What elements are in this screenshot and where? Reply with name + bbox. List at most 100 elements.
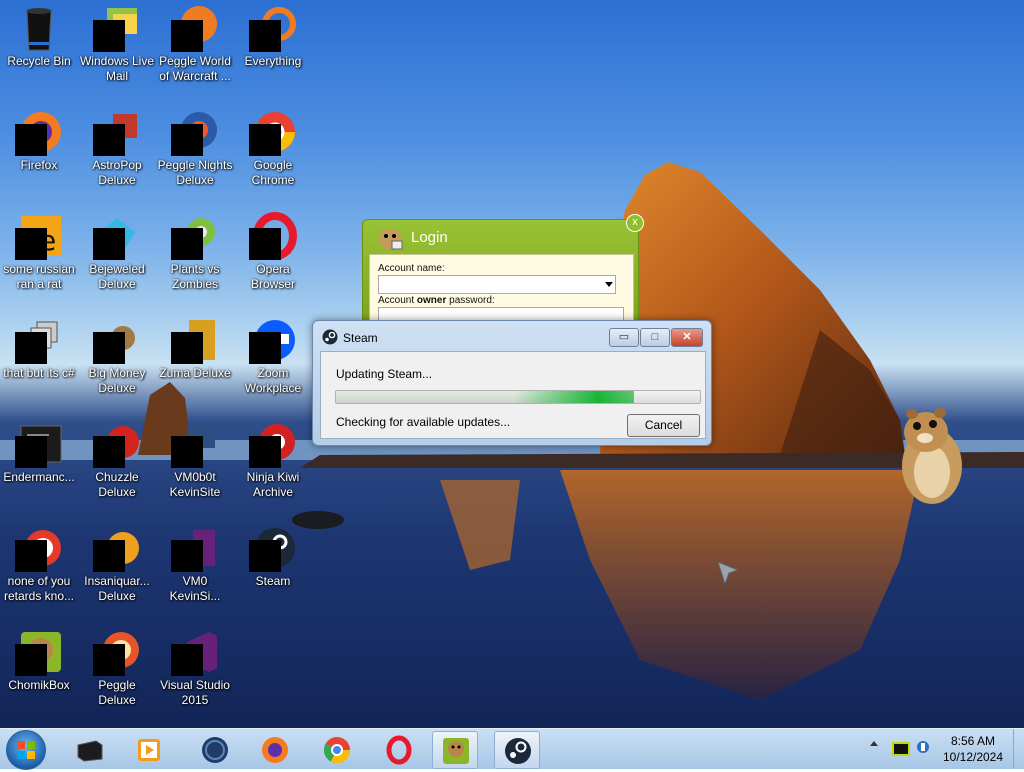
close-icon[interactable]: x (626, 214, 644, 232)
icon-label: Peggle Deluxe (98, 678, 136, 707)
system-clock[interactable]: 8:56 AM 10/12/2024 (938, 733, 1008, 765)
chomikbox-icon (443, 738, 469, 764)
desktop-icon-vm0-kevinsite[interactable]: VM0 KevinSi... (156, 524, 234, 604)
desktop-icon-windows-live-mail[interactable]: Windows Live Mail (78, 4, 156, 84)
redaction-box (15, 124, 47, 156)
desktop-icon-chomikbox[interactable]: ChomikBox (0, 628, 78, 693)
icon-label: some russian ran a rat (3, 262, 75, 291)
taskbar-app-2[interactable] (126, 731, 170, 767)
taskbar-app-7[interactable] (432, 731, 478, 769)
desktop-icon-peggle-nights-deluxe[interactable]: Peggle Nights Deluxe (156, 108, 234, 188)
steam-legacy-icon (77, 740, 103, 762)
icon-label: Opera Browser (250, 262, 295, 291)
hamster-icon (379, 229, 403, 250)
maximize-button[interactable]: □ (640, 328, 670, 347)
password-label-pre: Account (378, 295, 417, 306)
icon-label: Windows Live Mail (79, 54, 155, 83)
taskbar-app-1[interactable] (66, 731, 110, 767)
desktop-icon-visual-studio-2015[interactable]: Visual Studio 2015 (156, 628, 234, 708)
icon-label: Visual Studio 2015 (160, 678, 230, 707)
desktop-icon-none-of-you[interactable]: none of you retards kno... (0, 524, 78, 604)
desktop-icon-ninja-kiwi-archive[interactable]: Ninja Kiwi Archive (234, 420, 312, 500)
desktop-icon-insaniquarium-deluxe[interactable]: Insaniquar... Deluxe (78, 524, 156, 604)
desktop-icon-peggle-world-of-warcraft[interactable]: Peggle World of Warcraft ... (156, 4, 234, 84)
progress-glow (514, 391, 635, 403)
account-name-field[interactable] (378, 275, 616, 294)
redaction-box (249, 124, 281, 156)
redaction-box (93, 124, 125, 156)
app-globe-icon (202, 737, 228, 763)
icon-label: Zoom Workplace (244, 366, 302, 395)
desktop-icon-some-russian-ran-a-rat[interactable]: e some russian ran a rat (0, 212, 78, 292)
desktop-icon-big-money-deluxe[interactable]: Big Money Deluxe (78, 316, 156, 396)
status-detail-text: Checking for available updates... (336, 415, 511, 429)
clock-time: 8:56 AM (950, 734, 996, 748)
redaction-box (249, 20, 281, 52)
windows-logo-icon (17, 741, 35, 759)
start-button[interactable] (6, 730, 46, 770)
window-title: Steam (343, 331, 378, 345)
steam-update-window[interactable]: Steam ▭ □ ✕ Updating Steam... Checking f… (312, 320, 712, 446)
login-window[interactable]: Login x Account name: Account owner pass… (362, 214, 644, 336)
icon-label: that but its c# (3, 366, 75, 380)
taskbar-app-8[interactable] (494, 731, 540, 769)
redaction-box (15, 228, 47, 260)
redaction-box (15, 540, 47, 572)
status-text: Updating Steam... (336, 367, 433, 381)
icon-label: ChomikBox (8, 678, 70, 692)
redaction-box (171, 124, 203, 156)
desktop-icon-zuma-deluxe[interactable]: Zuma Deluxe (156, 316, 234, 381)
show-desktop-button[interactable] (1013, 729, 1024, 769)
redaction-box (15, 436, 47, 468)
icon-label: Peggle Nights Deluxe (157, 158, 233, 187)
desktop-icon-bejeweled-deluxe[interactable]: Bejeweled Deluxe (78, 212, 156, 292)
desktop-icon-peggle-deluxe[interactable]: Peggle Deluxe (78, 628, 156, 708)
desktop-icon-plants-vs-zombies[interactable]: Plants vs Zombies (156, 212, 234, 292)
login-title: Login (411, 229, 448, 246)
taskbar-app-4[interactable] (252, 731, 296, 767)
redaction-box (93, 228, 125, 260)
taskbar-app-3[interactable] (192, 731, 236, 767)
redaction-box (93, 20, 125, 52)
minimize-button[interactable]: ▭ (609, 328, 639, 347)
icon-label: AstroPop Deluxe (92, 158, 142, 187)
redaction-box (249, 332, 281, 364)
icon-label: Plants vs Zombies (170, 262, 220, 291)
desktop-icon-steam[interactable]: Steam (234, 524, 312, 589)
cancel-button[interactable]: Cancel (627, 414, 700, 437)
desktop-icon-recycle-bin[interactable]: Recycle Bin (0, 4, 78, 69)
desktop-icon-everything[interactable]: Everything (234, 4, 312, 69)
taskbar-app-6[interactable] (376, 731, 420, 767)
icon-label: Peggle World of Warcraft ... (159, 54, 231, 83)
tray-network-icon[interactable] (916, 739, 930, 755)
redaction-box (249, 540, 281, 572)
show-hidden-icons-icon[interactable] (870, 741, 878, 746)
desktop-icon-endermanc[interactable]: Endermanc... (0, 420, 78, 485)
desktop-icon-astropop-deluxe[interactable]: AstroPop Deluxe (78, 108, 156, 188)
close-button[interactable]: ✕ (671, 328, 703, 347)
icon-label: Zuma Deluxe (159, 366, 231, 380)
tray-battery-icon[interactable] (892, 742, 910, 756)
desktop-icon-vm0b0t-kevinsite[interactable]: VM0b0t KevinSite (156, 420, 234, 500)
redaction-box (249, 436, 281, 468)
icon-label: Bejeweled Deluxe (89, 262, 145, 291)
icon-label: Ninja Kiwi Archive (246, 470, 300, 499)
icon-label: Recycle Bin (7, 54, 71, 68)
desktop-icon-firefox[interactable]: Firefox (0, 108, 78, 173)
icon-label: Google Chrome (251, 158, 295, 187)
clock-date: 10/12/2024 (942, 750, 1004, 764)
dropdown-arrow-icon[interactable] (605, 282, 613, 287)
desktop-icon-zoom-workplace[interactable]: Zoom Workplace (234, 316, 312, 396)
taskbar-app-5[interactable] (314, 731, 358, 767)
desktop-icon-that-but-its-csharp[interactable]: that but its c# (0, 316, 78, 381)
icon-label: VM0b0t KevinSite (169, 470, 221, 499)
desktop-icon-google-chrome[interactable]: Google Chrome (234, 108, 312, 188)
desktop-icon-chuzzle-deluxe[interactable]: Chuzzle Deluxe (78, 420, 156, 500)
desktop-icon-opera-browser[interactable]: Opera Browser (234, 212, 312, 292)
steam-logo-icon (322, 329, 338, 345)
redaction-box (171, 436, 203, 468)
icon-label: Insaniquar... Deluxe (84, 574, 150, 603)
redaction-box (15, 332, 47, 364)
account-name-label: Account name: (378, 263, 445, 274)
redaction-box (171, 20, 203, 52)
